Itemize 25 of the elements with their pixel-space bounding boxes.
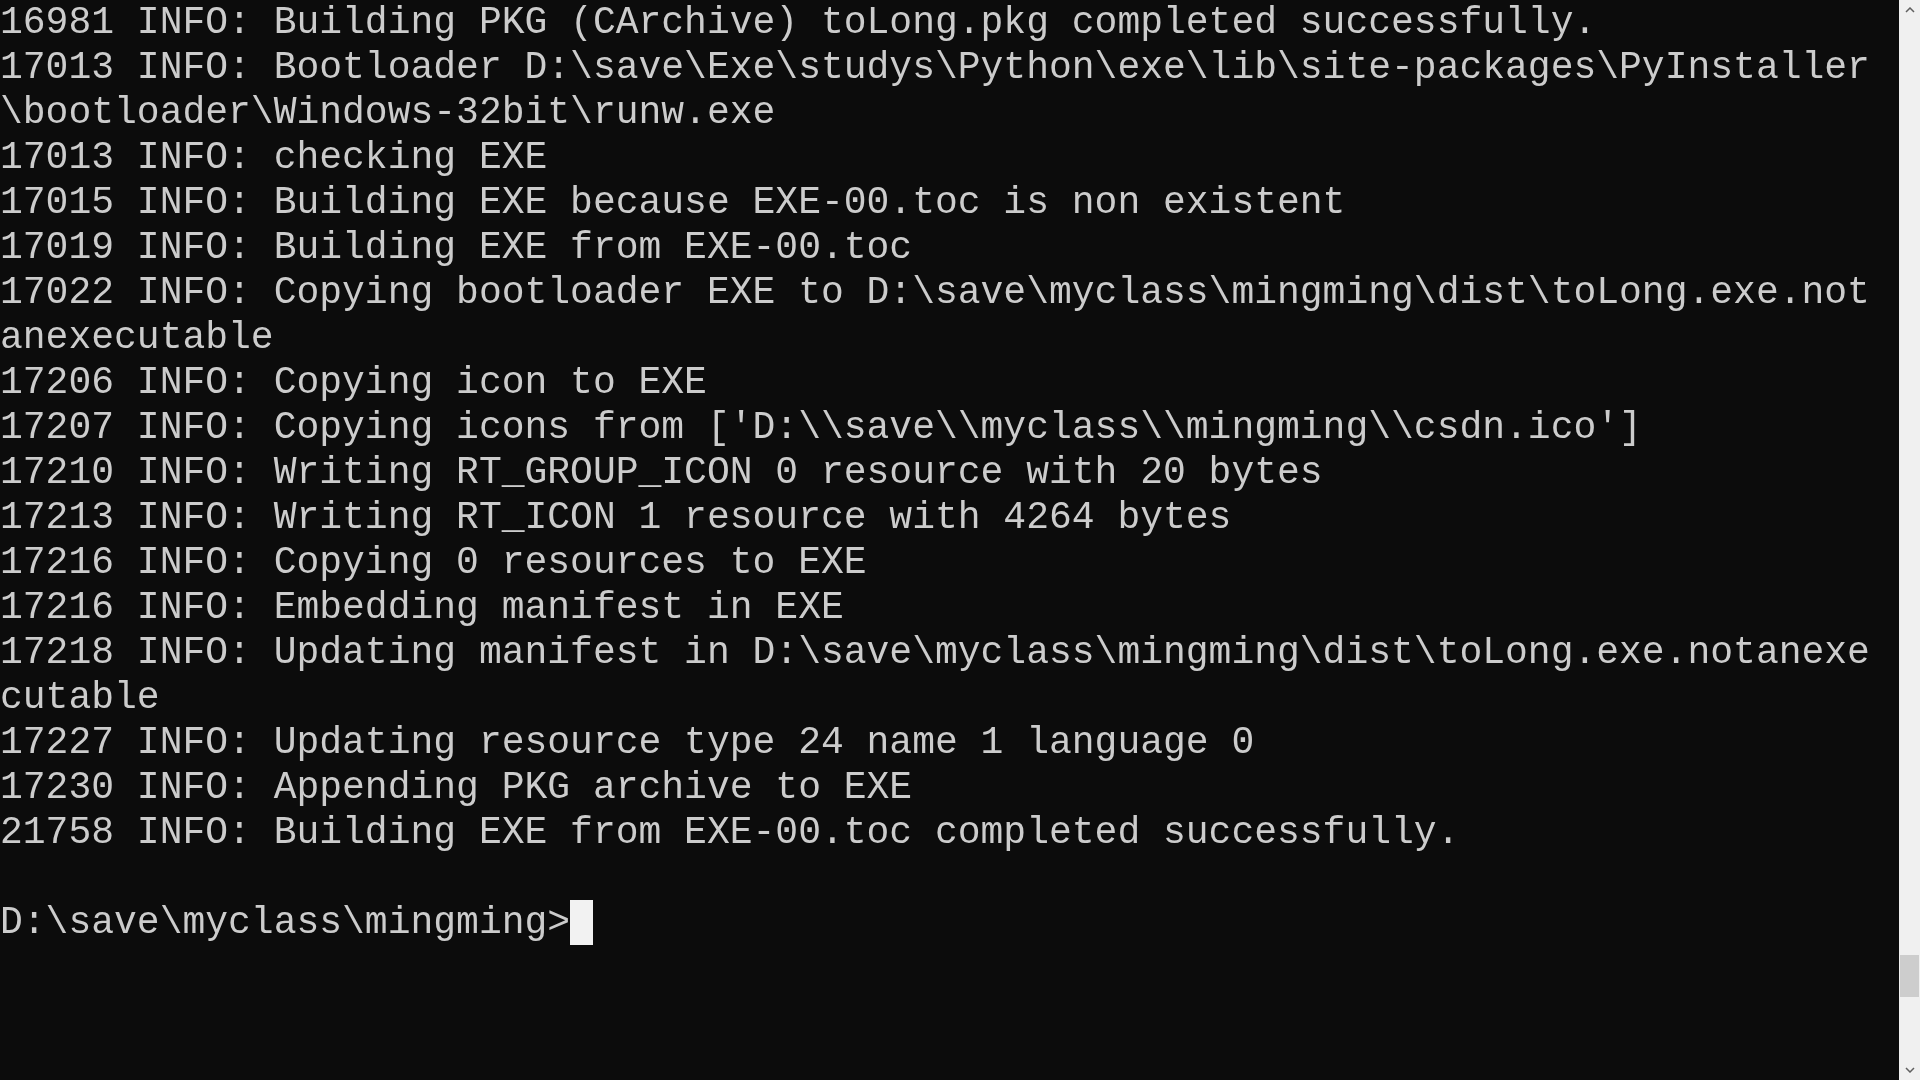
log-line: 17213 INFO: Writing RT_ICON 1 resource with 4264 bytes: [0, 495, 1232, 540]
log-line: 17216 INFO: Copying 0 resources to EXE: [0, 540, 867, 585]
log-line: 17210 INFO: Writing RT_GROUP_ICON 0 resource with 20 bytes: [0, 450, 1323, 495]
text-cursor: [570, 900, 594, 945]
scrollbar[interactable]: [1899, 0, 1920, 1080]
log-line: cutable: [0, 675, 160, 720]
log-line: 17015 INFO: Building EXE because EXE-00.toc is non existent: [0, 180, 1346, 225]
log-line: 17013 INFO: Bootloader D:\save\Exe\studys\Python\exe\lib\site-packages\PyInstaller: [0, 45, 1870, 90]
log-line: anexecutable: [0, 315, 274, 360]
log-line: \bootloader\Windows-32bit\runw.exe: [0, 90, 776, 135]
log-line: 17019 INFO: Building EXE from EXE-00.toc: [0, 225, 913, 270]
log-line: 17013 INFO: checking EXE: [0, 135, 548, 180]
scroll-down-icon[interactable]: [1904, 1067, 1915, 1073]
log-line: 16981 INFO: Building PKG (CArchive) toLong.pkg completed successfully.: [0, 0, 1597, 45]
log-line: 17207 INFO: Copying icons from ['D:\\save\\myclass\\mingming\\csdn.ico']: [0, 405, 1642, 450]
log-line: 17206 INFO: Copying icon to EXE: [0, 360, 707, 405]
log-line: 21758 INFO: Building EXE from EXE-00.toc completed successfully.: [0, 810, 1460, 855]
command-prompt: D:\save\myclass\mingming>: [0, 900, 571, 945]
log-line: 17216 INFO: Embedding manifest in EXE: [0, 585, 844, 630]
log-line: 17230 INFO: Appending PKG archive to EXE: [0, 765, 913, 810]
scroll-thumb[interactable]: [1900, 955, 1919, 997]
log-line: 17218 INFO: Updating manifest in D:\save\myclass\mingming\dist\toLong.exe.notanexe: [0, 630, 1870, 675]
scroll-up-icon[interactable]: [1904, 7, 1915, 13]
log-line: 17227 INFO: Updating resource type 24 name 1 language 0: [0, 720, 1255, 765]
log-line: 17022 INFO: Copying bootloader EXE to D:\save\myclass\mingming\dist\toLong.exe.not: [0, 270, 1870, 315]
